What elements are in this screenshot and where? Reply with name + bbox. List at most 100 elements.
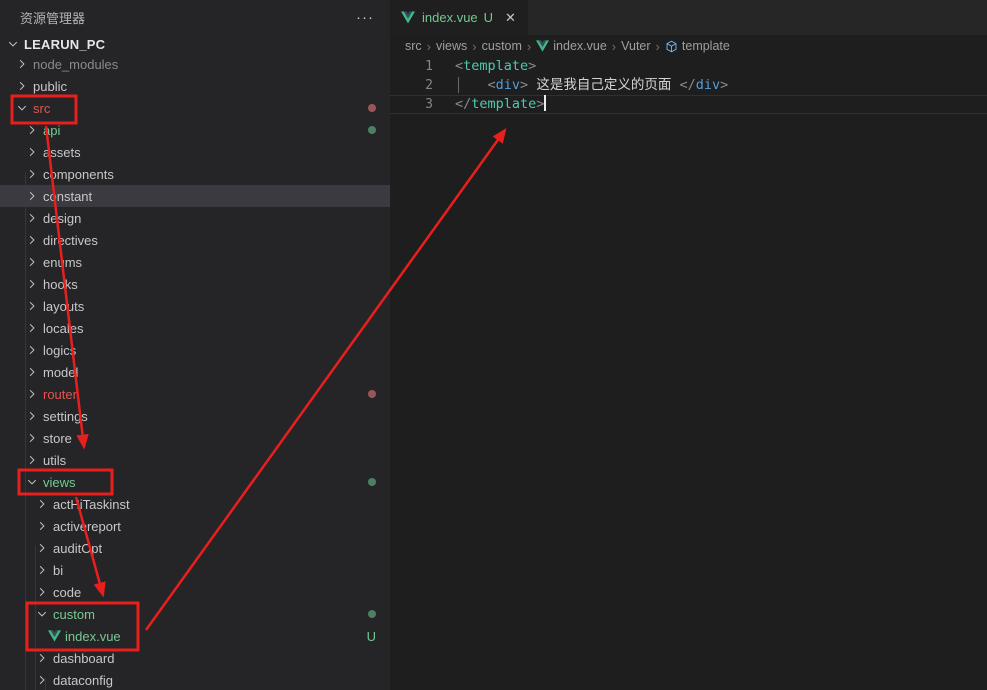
tree-item-label: src [33, 101, 50, 116]
tree-item-index.vue[interactable]: index.vueU [0, 625, 390, 647]
tree-item-label: node_modules [33, 57, 118, 72]
tree-item-actHiTaskinst[interactable]: actHiTaskinst [0, 493, 390, 515]
tree-item-label: index.vue [65, 629, 121, 644]
breadcrumb-segment-custom[interactable]: custom [482, 39, 522, 53]
tree-item-dataconfig[interactable]: dataconfig [0, 669, 390, 690]
tree-item-label: dashboard [53, 651, 114, 666]
tree-item-router[interactable]: router [0, 383, 390, 405]
tree-item-auditOpt[interactable]: auditOpt [0, 537, 390, 559]
tree-item-utils[interactable]: utils [0, 449, 390, 471]
breadcrumb-separator-icon: › [472, 39, 476, 54]
tree-root-learun-pc[interactable]: LEARUN_PC [0, 35, 390, 53]
error-dot-badge [368, 104, 376, 112]
tree-item-label: design [43, 211, 81, 226]
tree-item-label: api [43, 123, 60, 138]
breadcrumb-segment-src[interactable]: src [405, 39, 422, 53]
chevron-right-icon [14, 56, 30, 72]
breadcrumb-segment-views[interactable]: views [436, 39, 467, 53]
file-tree: node_modulespublic src api assets components… [0, 53, 390, 690]
tab-git-status: U [484, 10, 493, 25]
tree-item-enums[interactable]: enums [0, 251, 390, 273]
chevron-right-icon [24, 188, 40, 204]
git-added-dot-badge [368, 126, 376, 134]
tree-item-locales[interactable]: locales [0, 317, 390, 339]
breadcrumb-segment-template[interactable]: template [665, 39, 730, 53]
tree-item-label: settings [43, 409, 88, 424]
line-number: 1 [390, 57, 433, 76]
breadcrumb-separator-icon: › [656, 39, 660, 54]
git-added-dot-badge [368, 478, 376, 486]
chevron-right-icon [34, 650, 50, 666]
breadcrumb-label: template [682, 39, 730, 53]
tree-item-bi[interactable]: bi [0, 559, 390, 581]
chevron-right-icon [24, 210, 40, 226]
chevron-right-icon [24, 254, 40, 270]
code-editor[interactable]: 1<template>2 <div> 这是我自己定义的页面 </div>3</t… [390, 57, 987, 114]
tree-item-directives[interactable]: directives [0, 229, 390, 251]
tree-item-components[interactable]: components [0, 163, 390, 185]
code-line-1: 1<template> [390, 57, 987, 76]
close-icon[interactable]: ✕ [503, 10, 518, 26]
tree-item-node_modules[interactable]: node_modules [0, 53, 390, 75]
tree-item-label: bi [53, 563, 63, 578]
chevron-right-icon [24, 144, 40, 160]
error-dot-badge [368, 390, 376, 398]
tree-item-design[interactable]: design [0, 207, 390, 229]
tree-item-label: public [33, 79, 67, 94]
tab-index-vue[interactable]: index.vue U ✕ [390, 0, 528, 35]
tree-item-label: directives [43, 233, 98, 248]
sidebar-title: 资源管理器 [20, 8, 85, 27]
chevron-right-icon [24, 320, 40, 336]
tree-item-label: components [43, 167, 114, 182]
tree-item-label: assets [43, 145, 81, 160]
chevron-right-icon [24, 386, 40, 402]
sidebar-header: 资源管理器 ··· [0, 0, 390, 35]
tree-item-custom[interactable]: custom [0, 603, 390, 625]
tree-item-label: code [53, 585, 81, 600]
vue-icon [400, 10, 416, 26]
line-number: 2 [390, 76, 433, 95]
vue-icon [46, 628, 62, 644]
chevron-right-icon [34, 584, 50, 600]
tree-item-store[interactable]: store [0, 427, 390, 449]
tree-item-hooks[interactable]: hooks [0, 273, 390, 295]
tree-item-api[interactable]: api [0, 119, 390, 141]
tree-item-label: activereport [53, 519, 121, 534]
tree-item-logics[interactable]: logics [0, 339, 390, 361]
tree-item-layouts[interactable]: layouts [0, 295, 390, 317]
breadcrumb-label: src [405, 39, 422, 53]
breadcrumb-segment-Vuter[interactable]: Vuter [621, 39, 650, 53]
chevron-right-icon [34, 672, 50, 688]
tree-item-label: views [43, 475, 76, 490]
chevron-down-icon [24, 474, 40, 490]
tree-item-activereport[interactable]: activereport [0, 515, 390, 537]
tree-item-label: hooks [43, 277, 78, 292]
chevron-right-icon [24, 408, 40, 424]
breadcrumb-label: index.vue [553, 39, 607, 53]
breadcrumb-segment-index.vue[interactable]: index.vue [536, 39, 607, 53]
chevron-right-icon [24, 122, 40, 138]
tree-item-model[interactable]: model [0, 361, 390, 383]
tree-item-assets[interactable]: assets [0, 141, 390, 163]
tree-item-label: enums [43, 255, 82, 270]
tree-item-src[interactable]: src [0, 97, 390, 119]
breadcrumb: src›views›custom›index.vue›Vuter›templat… [390, 35, 987, 57]
vue-icon [536, 40, 549, 52]
breadcrumb-separator-icon: › [612, 39, 616, 54]
tree-item-public[interactable]: public [0, 75, 390, 97]
more-actions-icon[interactable]: ··· [352, 9, 378, 26]
tree-item-settings[interactable]: settings [0, 405, 390, 427]
tree-item-constant[interactable]: constant [0, 185, 390, 207]
chevron-right-icon [24, 166, 40, 182]
tab-bar: index.vue U ✕ [390, 0, 987, 35]
code-line-2: 2 <div> 这是我自己定义的页面 </div> [390, 76, 987, 95]
tree-item-views[interactable]: views [0, 471, 390, 493]
chevron-down-icon [14, 100, 30, 116]
tree-item-code[interactable]: code [0, 581, 390, 603]
line-content: <template> [433, 57, 536, 76]
breadcrumb-label: Vuter [621, 39, 650, 53]
chevron-right-icon [34, 496, 50, 512]
tree-item-dashboard[interactable]: dashboard [0, 647, 390, 669]
line-content: </template> [433, 95, 546, 114]
editor-area: index.vue U ✕ src › views › custom › index.vue… [390, 0, 987, 690]
